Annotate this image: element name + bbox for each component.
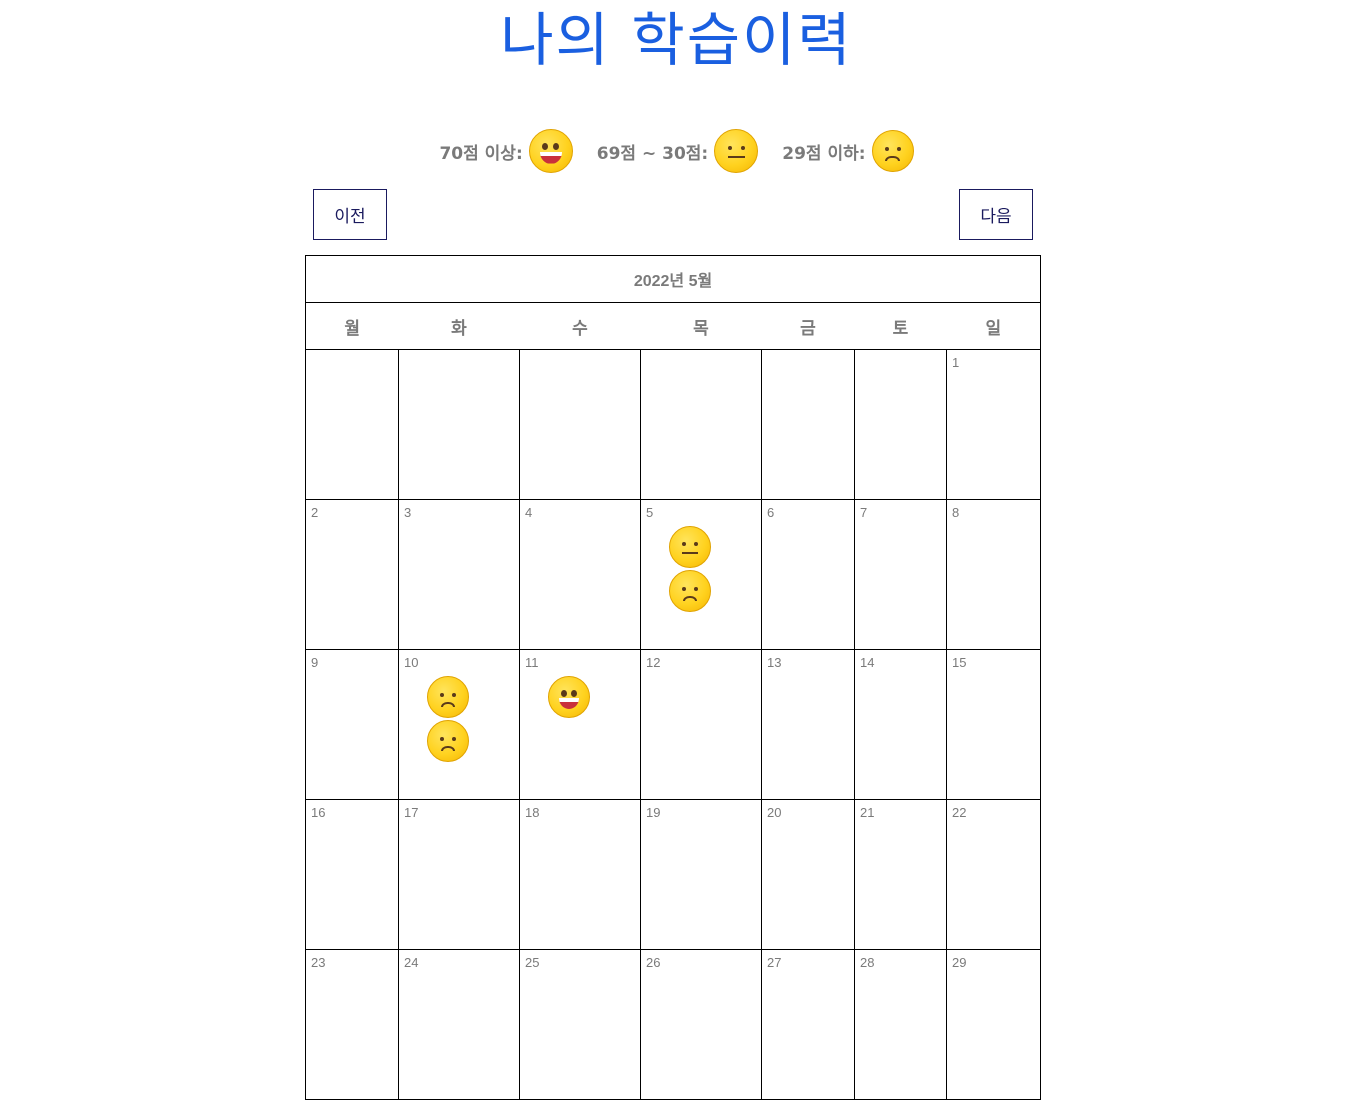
day-number: 7 [860, 505, 868, 520]
calendar-day-cell[interactable]: 11 [519, 649, 641, 800]
calendar-day-cell[interactable]: 5 [640, 499, 762, 650]
calendar-day-cell[interactable]: 13 [761, 649, 855, 800]
day-number: 17 [404, 805, 419, 820]
calendar-day-cell[interactable]: 7 [854, 499, 947, 650]
day-score-marks [548, 676, 590, 718]
day-number: 29 [952, 955, 967, 970]
day-number: 2 [311, 505, 319, 520]
sad-face-icon [427, 720, 469, 762]
calendar-week-row: 16 17 18 19 20 21 22 [305, 799, 1042, 950]
weekday-header: 화 [398, 302, 520, 350]
calendar-day-cell[interactable]: 18 [519, 799, 641, 950]
calendar-day-cell[interactable] [398, 349, 520, 500]
weekday-header: 목 [640, 302, 762, 350]
neutral-face-icon [669, 526, 711, 568]
calendar-day-cell[interactable]: 8 [945, 499, 1042, 650]
day-number: 19 [646, 805, 661, 820]
calendar-day-cell[interactable]: 22 [945, 799, 1042, 950]
sad-face-icon [871, 130, 914, 172]
calendar-day-cell[interactable] [640, 349, 762, 500]
legend-item-high: 70점 이상: [439, 129, 573, 173]
day-score-marks [427, 676, 469, 762]
day-number: 18 [525, 805, 540, 820]
calendar-day-cell[interactable]: 29 [945, 949, 1042, 1100]
day-number: 20 [767, 805, 782, 820]
calendar-day-cell[interactable]: 23 [305, 949, 399, 1100]
calendar-day-cell[interactable] [519, 349, 641, 500]
weekday-header: 금 [761, 302, 855, 350]
day-number: 8 [952, 505, 960, 520]
calendar-day-cell[interactable]: 14 [854, 649, 947, 800]
day-number: 11 [525, 655, 539, 670]
calendar-day-cell[interactable]: 24 [398, 949, 520, 1100]
day-number: 23 [311, 955, 326, 970]
day-number: 27 [767, 955, 782, 970]
day-number: 4 [525, 505, 533, 520]
calendar-day-cell[interactable]: 6 [761, 499, 855, 650]
calendar-month-label: 2022년 5월 [304, 255, 1042, 303]
day-number: 25 [525, 955, 540, 970]
calendar-day-cell[interactable]: 25 [519, 949, 641, 1100]
calendar-day-cell[interactable] [854, 349, 947, 500]
calendar-day-cell[interactable]: 21 [854, 799, 947, 950]
legend-label-high: 70점 이상: [439, 143, 523, 164]
calendar-day-cell[interactable]: 28 [854, 949, 947, 1100]
day-number: 3 [404, 505, 412, 520]
happy-face-icon [548, 676, 590, 718]
score-legend: 70점 이상: 69점 ~ 30점: 29점 이하: [0, 126, 1353, 176]
day-number: 14 [860, 655, 875, 670]
legend-item-low: 29점 이하: [782, 130, 914, 172]
day-number: 26 [646, 955, 661, 970]
calendar-day-cell[interactable]: 27 [761, 949, 855, 1100]
day-score-marks [669, 526, 711, 612]
sad-face-icon [427, 676, 469, 718]
calendar-table: 2022년 5월 월화수목금토일 1 2 3 4 5 6 7 8 9 10 11 12 13 14 15 16… [304, 255, 1042, 1100]
calendar-day-cell[interactable] [761, 349, 855, 500]
weekday-header: 수 [519, 302, 641, 350]
happy-face-icon [528, 129, 573, 173]
day-number: 13 [767, 655, 782, 670]
calendar-day-cell[interactable]: 3 [398, 499, 520, 650]
calendar-day-cell[interactable]: 15 [945, 649, 1042, 800]
sad-face-icon [669, 570, 711, 612]
calendar-day-cell[interactable]: 17 [398, 799, 520, 950]
calendar-day-cell[interactable]: 4 [519, 499, 641, 650]
weekday-header: 토 [854, 302, 947, 350]
calendar-day-cell[interactable]: 2 [305, 499, 399, 650]
day-number: 5 [646, 505, 654, 520]
legend-item-mid: 69점 ~ 30점: [596, 129, 759, 173]
calendar-day-cell[interactable]: 16 [305, 799, 399, 950]
day-number: 9 [311, 655, 319, 670]
legend-label-low: 29점 이하: [782, 143, 866, 164]
day-number: 21 [860, 805, 875, 820]
calendar-day-cell[interactable]: 20 [761, 799, 855, 950]
calendar-day-cell[interactable]: 1 [945, 349, 1042, 500]
calendar-week-row: 23 24 25 26 27 28 29 [305, 949, 1042, 1100]
neutral-face-icon [714, 129, 759, 173]
page-title: 나의 학습이력 [500, 6, 853, 74]
calendar-day-cell[interactable] [305, 349, 399, 500]
weekday-header: 월 [305, 302, 399, 350]
calendar-day-cell[interactable]: 10 [398, 649, 520, 800]
day-number: 6 [767, 505, 775, 520]
day-number: 24 [404, 955, 419, 970]
next-month-button[interactable]: 다음 [959, 189, 1033, 240]
calendar-week-row: 2 3 4 5 6 7 8 [305, 499, 1042, 650]
day-number: 15 [952, 655, 967, 670]
calendar-day-cell[interactable]: 9 [305, 649, 399, 800]
day-number: 22 [952, 805, 967, 820]
day-number: 1 [952, 355, 960, 370]
day-number: 10 [404, 655, 419, 670]
day-number: 16 [311, 805, 326, 820]
calendar-week-row: 1 [305, 349, 1042, 500]
prev-month-button[interactable]: 이전 [313, 189, 387, 240]
weekday-header: 일 [946, 302, 1042, 350]
calendar-day-cell[interactable]: 26 [640, 949, 762, 1100]
legend-label-mid: 69점 ~ 30점: [596, 143, 709, 164]
calendar-day-cell[interactable]: 19 [640, 799, 762, 950]
calendar-week-row: 9 10 11 12 13 14 15 [305, 649, 1042, 800]
day-number: 28 [860, 955, 875, 970]
day-number: 12 [646, 655, 661, 670]
calendar-day-cell[interactable]: 12 [640, 649, 762, 800]
